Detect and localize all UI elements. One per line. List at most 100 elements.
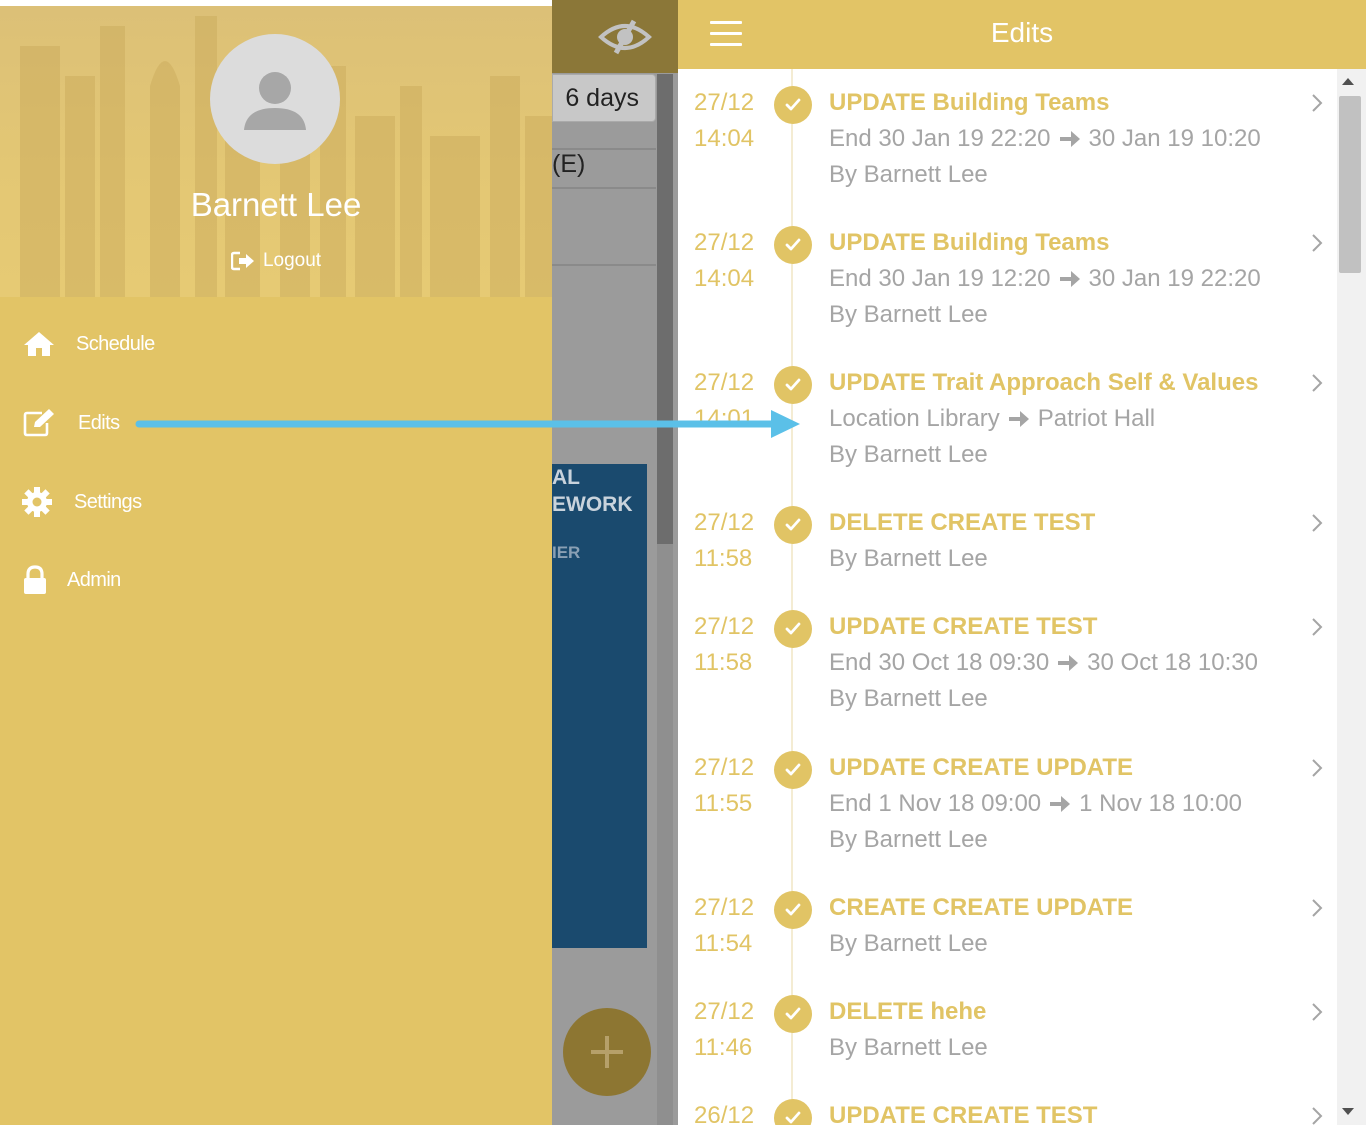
- edits-header: Edits: [678, 0, 1366, 69]
- schedule-column-label: (E): [552, 150, 586, 178]
- edit-entry-author: By Barnett Lee: [829, 1034, 988, 1061]
- schedule-top-bar: [552, 0, 678, 73]
- edit-entry-title: UPDATE Trait Approach Self & Values: [829, 369, 1259, 396]
- edit-entry-change: End 1 Nov 18 09:00 1 Nov 18 10:00: [829, 786, 1242, 822]
- logout-icon: [230, 251, 254, 271]
- chevron-right-icon[interactable]: [1307, 894, 1327, 922]
- schedule-event-card[interactable]: [552, 464, 647, 948]
- chevron-right-icon[interactable]: [1307, 509, 1327, 537]
- edit-entry-time: 11:58: [694, 545, 753, 572]
- schedule-grid-line: [552, 187, 656, 189]
- menu-item-admin[interactable]: Admin: [0, 550, 552, 610]
- menu-item-schedule[interactable]: Schedule: [0, 314, 552, 374]
- check-circle-icon: [774, 86, 812, 124]
- scroll-down-arrow-icon[interactable]: [1341, 1107, 1355, 1117]
- edit-entry-change: Location Library Patriot Hall: [829, 401, 1155, 437]
- edit-entry-time: 11:46: [694, 1034, 753, 1061]
- check-circle-icon: [774, 751, 812, 789]
- edit-icon: [22, 406, 56, 440]
- change-to: 30 Jan 19 10:20: [1088, 125, 1261, 152]
- edit-entry-author: By Barnett Lee: [829, 301, 988, 328]
- edit-entry-title: UPDATE CREATE TEST: [829, 613, 1098, 640]
- edit-entry-author: By Barnett Lee: [829, 441, 988, 468]
- edit-entry-time: 14:04: [694, 265, 755, 292]
- edit-entry-time: 14:04: [694, 125, 755, 152]
- user-name: Barnett Lee: [190, 186, 362, 223]
- edit-entry-change: End 30 Oct 18 09:30 30 Oct 18 10:30: [829, 645, 1258, 681]
- page-title: Edits: [990, 17, 1054, 48]
- edit-entry-date: 27/12: [694, 369, 755, 396]
- change-from: End 30 Jan 19 12:20: [829, 265, 1051, 292]
- menu-label-schedule: Schedule: [76, 332, 155, 355]
- avatar[interactable]: [210, 34, 340, 164]
- edit-entry-author: By Barnett Lee: [829, 545, 988, 572]
- schedule-grid-line: [552, 264, 656, 266]
- change-from: Location Library: [829, 405, 1000, 432]
- edit-entry-date: 27/12: [694, 894, 755, 921]
- edit-entry-date: 27/12: [694, 613, 755, 640]
- edit-entry-time: 14:01: [694, 405, 755, 432]
- arrow-right-icon: [1049, 794, 1071, 814]
- chevron-right-icon[interactable]: [1307, 1102, 1327, 1125]
- range-selector-label: 6 days: [565, 83, 639, 112]
- event-card-text: EWORK: [552, 493, 633, 516]
- arrow-right-icon: [1008, 409, 1030, 429]
- edits-panel: Edits 27/12 14:04 UPDATE Building Teams End…: [678, 0, 1366, 1125]
- chevron-right-icon[interactable]: [1307, 369, 1327, 397]
- edit-entry-time: 11:55: [694, 790, 753, 817]
- schedule-scrollbar-thumb[interactable]: [657, 74, 673, 544]
- change-from: End 30 Jan 19 22:20: [829, 125, 1051, 152]
- menu-item-edits[interactable]: Edits: [0, 393, 552, 453]
- edit-entry-date: 27/12: [694, 229, 755, 256]
- edit-entry-date: 27/12: [694, 998, 755, 1025]
- arrow-right-icon: [1059, 129, 1081, 149]
- check-circle-icon: [774, 610, 812, 648]
- edit-entry-time: 11:58: [694, 649, 753, 676]
- edit-entry-change: End 30 Jan 19 12:20 30 Jan 19 22:20: [829, 261, 1261, 297]
- scroll-up-arrow-icon[interactable]: [1341, 76, 1355, 86]
- arrow-right-icon: [1059, 269, 1081, 289]
- chevron-right-icon[interactable]: [1307, 754, 1327, 782]
- menu-label-settings: Settings: [74, 490, 142, 513]
- edit-entry-date: 27/12: [694, 509, 755, 536]
- edit-entry-author: By Barnett Lee: [829, 161, 988, 188]
- change-from: End 30 Oct 18 09:30: [829, 649, 1050, 676]
- gear-icon: [20, 485, 54, 519]
- add-event-button[interactable]: [563, 1008, 651, 1096]
- change-to: Patriot Hall: [1037, 405, 1156, 432]
- menu-label-admin: Admin: [67, 568, 121, 591]
- chevron-right-icon[interactable]: [1307, 89, 1327, 117]
- check-circle-icon: [774, 366, 812, 404]
- chevron-right-icon[interactable]: [1307, 613, 1327, 641]
- home-icon: [22, 327, 56, 361]
- app-screen: Barnett Lee Logout Schedule Edits Settin…: [0, 0, 1366, 1125]
- edit-entry-title: UPDATE Building Teams: [829, 89, 1110, 116]
- drawer-profile-header: Barnett Lee Logout: [0, 6, 552, 297]
- check-circle-icon: [774, 506, 812, 544]
- edit-entry-author: By Barnett Lee: [829, 826, 988, 853]
- chevron-right-icon[interactable]: [1307, 229, 1327, 257]
- edit-entry-change: End 30 Jan 19 22:20 30 Jan 19 10:20: [829, 121, 1261, 157]
- edit-entry-date: 27/12: [694, 754, 755, 781]
- edits-scrollbar-thumb[interactable]: [1339, 96, 1361, 273]
- range-selector-button[interactable]: 6 days: [552, 74, 656, 122]
- visibility-off-icon[interactable]: [598, 19, 652, 55]
- check-circle-icon: [774, 995, 812, 1033]
- arrow-right-icon: [1057, 653, 1079, 673]
- menu-item-settings[interactable]: Settings: [0, 472, 552, 532]
- chevron-right-icon[interactable]: [1307, 998, 1327, 1026]
- check-circle-icon: [774, 226, 812, 264]
- change-to: 30 Jan 19 22:20: [1088, 265, 1261, 292]
- change-to: 1 Nov 18 10:00: [1079, 790, 1242, 817]
- check-circle-icon: [774, 1099, 812, 1125]
- change-from: End 1 Nov 18 09:00: [829, 790, 1042, 817]
- menu-label-edits: Edits: [78, 411, 120, 434]
- logout-button[interactable]: Logout: [0, 250, 552, 272]
- check-circle-icon: [774, 891, 812, 929]
- edit-entry-title: DELETE hehe: [829, 998, 987, 1025]
- side-drawer: Barnett Lee Logout Schedule Edits Settin…: [0, 0, 552, 1125]
- edit-entry-title: UPDATE CREATE TEST: [829, 1102, 1098, 1125]
- dimmed-schedule-view: 6 days (E) AL EWORK IER: [552, 0, 678, 1125]
- edit-entry-time: 11:54: [694, 930, 753, 957]
- edit-entry-date: 27/12: [694, 89, 755, 116]
